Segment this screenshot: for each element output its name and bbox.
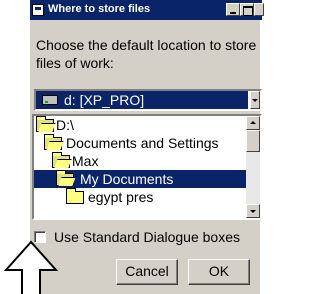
folder-list-scrollbar[interactable] [246,116,260,218]
open-folder-icon [44,134,62,150]
scroll-up-button[interactable] [246,116,260,130]
close-button[interactable] [254,3,264,16]
folder-label: My Documents [80,171,174,187]
folder-item-documents-and-settings[interactable]: Documents and Settings [36,134,246,152]
drive-label: d: [XP_PRO] [64,92,145,108]
folder-icon [66,188,84,204]
window-title: Where to store files [48,3,151,15]
prompt-text: Choose the default location to store fil… [36,37,257,71]
chevron-down-icon [252,99,258,102]
folder-label: egypt pres [88,189,154,205]
open-folder-icon [36,116,54,132]
chevron-up-icon [250,121,256,124]
open-folder-icon [52,152,70,168]
folder-label: D:\ [56,117,74,133]
annotation-arrow-icon [3,240,59,294]
minimize-button[interactable] [226,3,240,16]
chevron-down-icon [250,210,256,213]
folder-label: Max [72,153,99,169]
drive-select[interactable]: d: [XP_PRO] [34,89,262,111]
maximize-button[interactable] [240,3,254,16]
dialog-window: Where to store files Choose the default … [28,0,264,294]
drive-icon [42,95,58,105]
standard-dialogue-label[interactable]: Use Standard Dialogue boxes [54,228,240,246]
folder-item-max[interactable]: Max [36,152,206,170]
cancel-button[interactable]: Cancel [116,259,178,285]
app-icon [32,4,44,16]
folder-list[interactable]: D:\ Documents and Settings Max My Docume… [32,114,262,220]
ok-button[interactable]: OK [188,259,250,285]
drive-selected[interactable]: d: [XP_PRO] [36,91,248,109]
folder-item-my-documents[interactable]: My Documents [34,170,246,188]
folder-label: Documents and Settings [66,135,219,151]
open-folder-icon [56,170,74,186]
scroll-down-button[interactable] [246,204,260,218]
title-bar[interactable]: Where to store files [30,0,264,20]
scroll-thumb[interactable] [246,130,260,152]
folder-item-drive-root[interactable]: D:\ [36,116,206,134]
folder-item-egypt-pres[interactable]: egypt pres [36,188,206,206]
drive-dropdown-button[interactable] [250,91,260,109]
